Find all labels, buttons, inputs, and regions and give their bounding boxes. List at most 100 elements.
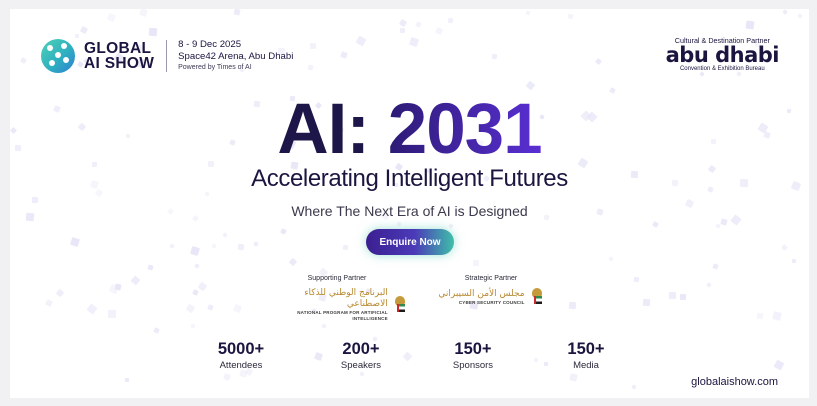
cultural-partner-subtitle: Convention & Exhibition Bureau <box>679 66 765 72</box>
confetti-square <box>288 257 298 267</box>
confetti-square <box>631 384 637 390</box>
confetti-square <box>780 243 789 252</box>
confetti-square <box>594 57 603 66</box>
confetti-square <box>321 323 327 329</box>
confetti-square <box>45 299 53 307</box>
confetti-square <box>114 283 122 291</box>
confetti-square <box>307 64 314 71</box>
stat-media: 150+ Media <box>541 339 631 373</box>
confetti-square <box>568 301 577 310</box>
hero-subtitle: Accelerating Intelligent Futures <box>251 165 568 192</box>
stat-label: Sponsors <box>452 360 494 371</box>
confetti-square <box>190 323 196 329</box>
confetti-square <box>153 327 160 334</box>
confetti-square <box>310 43 316 49</box>
cultural-partner-name: abu dhabi <box>665 43 780 67</box>
confetti-square <box>233 9 241 16</box>
uae-emblem-icon <box>530 288 544 306</box>
confetti-square <box>745 20 755 30</box>
confetti-square <box>207 304 214 311</box>
confetti-square <box>569 373 578 382</box>
supporting-partner-role: Supporting Partner <box>307 275 367 282</box>
confetti-square <box>280 228 287 235</box>
supporting-partner-arabic: البرنامج الوطني للذكاء الاصطناعي <box>304 288 388 309</box>
confetti-square <box>55 288 65 298</box>
event-dates: 8 - 9 Dec 2025 <box>178 39 242 50</box>
supporting-partner[interactable]: Supporting Partner البرنامج الوطني للذكا… <box>268 274 406 322</box>
confetti-square <box>720 218 728 226</box>
confetti-square <box>773 359 785 371</box>
confetti-square <box>608 256 614 262</box>
stat-label: Media <box>573 360 599 371</box>
confetti-square <box>633 276 640 283</box>
confetti-square <box>680 294 686 300</box>
confetti-square <box>148 27 158 37</box>
supporting-partner-english: NATIONAL PROGRAM FOR ARTIFICIAL INTELLIG… <box>297 310 388 321</box>
confetti-square <box>74 33 80 39</box>
confetti-square <box>415 21 422 28</box>
confetti-square <box>185 303 196 314</box>
confetti-square <box>533 357 539 363</box>
confetti-square <box>197 281 208 292</box>
confetti-square <box>211 243 217 249</box>
confetti-square <box>139 9 148 17</box>
confetti-square <box>340 51 348 59</box>
confetti-square <box>355 35 367 47</box>
confetti-square <box>342 244 349 251</box>
confetti-square <box>237 243 245 251</box>
confetti-square <box>408 36 420 48</box>
confetti-square <box>791 258 797 264</box>
strategic-partner-role: Strategic Partner <box>464 275 518 282</box>
confetti-square <box>491 53 498 60</box>
confetti-square <box>525 80 536 91</box>
confetti-square <box>194 263 200 269</box>
logo-line-2: AI SHOW <box>84 55 155 72</box>
event-logo[interactable]: GLOBAL AI SHOW 8 - 9 Dec 2025 Space42 Ar… <box>41 39 293 73</box>
confetti-square <box>192 289 199 296</box>
confetti-square <box>124 377 130 383</box>
cultural-partner[interactable]: Cultural & Destination Partner abu dhabi… <box>665 36 780 73</box>
hero-title-prefix: AI: <box>277 90 388 169</box>
confetti-square <box>222 232 228 238</box>
stat-value: 5000+ <box>217 340 265 358</box>
confetti-square <box>223 373 231 381</box>
confetti-square <box>20 57 27 64</box>
event-venue: Space42 Arena, Abu Dhabi <box>178 51 294 62</box>
confetti-square <box>797 13 803 19</box>
confetti-square <box>396 221 402 227</box>
confetti-square <box>232 303 243 314</box>
stat-attendees: 5000+ Attendees <box>196 339 286 373</box>
strategic-partner[interactable]: Strategic Partner مجلس الأمن السيبراني C… <box>435 274 547 306</box>
confetti-square <box>473 260 479 266</box>
confetti-square <box>106 12 117 23</box>
confetti-square <box>448 223 454 229</box>
hero-title: AI: 2031 <box>10 93 809 167</box>
logo-wordmark: GLOBAL AI SHOW <box>84 41 155 72</box>
stat-value: 150+ <box>454 340 492 358</box>
stat-value: 200+ <box>342 340 380 358</box>
stat-label: Attendees <box>219 360 263 371</box>
confetti-square <box>79 25 89 35</box>
confetti-square <box>567 13 574 20</box>
confetti-square <box>190 246 200 256</box>
confetti-square <box>756 312 764 320</box>
confetti-square <box>782 9 788 15</box>
confetti-square <box>130 275 141 286</box>
confetti-square <box>706 282 712 288</box>
logo-divider <box>166 40 168 72</box>
confetti-square <box>69 236 81 248</box>
uae-emblem-icon <box>393 296 406 314</box>
ad-banner[interactable]: GLOBAL AI SHOW 8 - 9 Dec 2025 Space42 Ar… <box>10 9 809 398</box>
confetti-square <box>107 309 117 319</box>
stat-label: Speakers <box>340 360 382 371</box>
enquire-now-button[interactable]: Enquire Now <box>366 229 454 255</box>
confetti-square <box>398 18 408 28</box>
strategic-partner-english: CYBER SECURITY COUNCIL <box>458 299 525 305</box>
website-link[interactable]: globalaishow.com <box>691 376 778 388</box>
confetti-square <box>435 27 443 35</box>
confetti-square <box>447 17 454 24</box>
confetti-square <box>652 221 659 228</box>
confetti-square <box>712 263 719 270</box>
confetti-square <box>147 264 154 271</box>
hero-tagline: Where The Next Era of AI is Designed <box>291 203 528 219</box>
